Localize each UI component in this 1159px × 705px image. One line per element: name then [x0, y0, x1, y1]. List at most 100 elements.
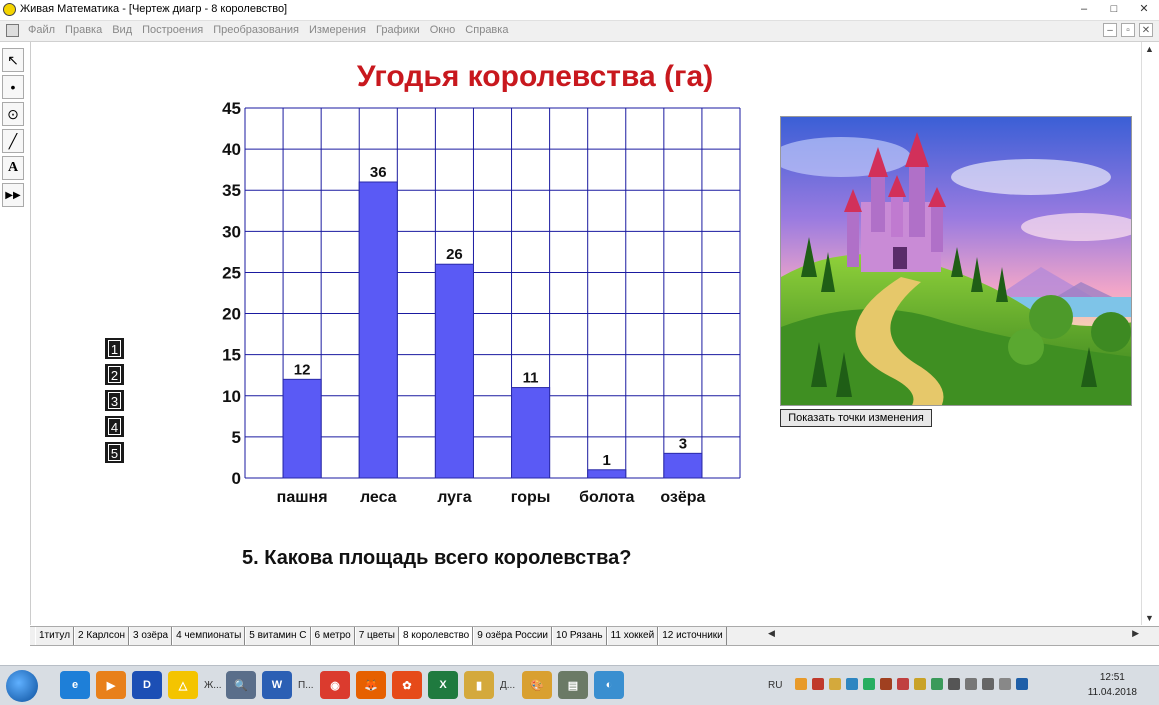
- tray-icon[interactable]: [795, 678, 807, 690]
- show-change-points-button[interactable]: Показать точки изменения: [780, 409, 932, 427]
- word-taskbar-icon[interactable]: W: [262, 671, 292, 699]
- y-tick-label: 35: [222, 181, 241, 200]
- nav-button-5[interactable]: 5: [105, 442, 124, 463]
- page-tab[interactable]: 5 витамин С: [245, 627, 311, 645]
- tray-icon[interactable]: [846, 678, 858, 690]
- paint-taskbar-icon[interactable]: 🎨: [522, 671, 552, 699]
- tray-icon[interactable]: [931, 678, 943, 690]
- y-tick-label: 10: [222, 387, 241, 406]
- tray-icon[interactable]: [863, 678, 875, 690]
- page-tab[interactable]: 3 озёра: [129, 627, 173, 645]
- bluetooth-icon[interactable]: [1016, 678, 1028, 690]
- magnifier-taskbar-icon[interactable]: 🔍: [226, 671, 256, 699]
- page-tab[interactable]: 9 озёра России: [473, 627, 553, 645]
- page-tab[interactable]: 10 Рязань: [552, 627, 607, 645]
- text-tool-icon[interactable]: A: [2, 156, 24, 180]
- nav-button-label: 5: [108, 444, 121, 461]
- y-tick-label: 45: [222, 99, 241, 118]
- tray-icon[interactable]: [948, 678, 960, 690]
- ie-taskbar-icon[interactable]: e: [60, 671, 90, 699]
- page-tab[interactable]: 6 метро: [310, 627, 355, 645]
- scroll-right-icon[interactable]: ▶: [1132, 628, 1139, 639]
- taskbar-app-label: Ж...: [204, 680, 222, 691]
- chart-title: Угодья королевства (га): [356, 60, 714, 93]
- nav-button-1[interactable]: 1: [105, 338, 124, 359]
- arrow-tool-icon[interactable]: ↖: [2, 48, 24, 72]
- reel-taskbar-icon[interactable]: ✿: [392, 671, 422, 699]
- taskbar: e ▶ D △ Ж... 🔍 W П... ◉ 🦊 ✿ X ▮ Д... 🎨 ▤ ◐ RU 12:51 11.0…: [0, 665, 1159, 705]
- nav-button-label: 4: [108, 418, 121, 435]
- page-tab[interactable]: 12 источники: [658, 627, 727, 645]
- tray-icon[interactable]: [880, 678, 892, 690]
- data-label: 26: [446, 246, 463, 263]
- data-label: 3: [679, 435, 687, 452]
- volume-icon[interactable]: [999, 678, 1011, 690]
- point-tool-icon[interactable]: •: [2, 75, 24, 99]
- scroll-up-icon[interactable]: ▲: [1145, 44, 1154, 54]
- bar: [511, 387, 551, 479]
- language-indicator[interactable]: RU: [768, 680, 782, 691]
- sketchpad-taskbar-icon[interactable]: △: [168, 671, 198, 699]
- category-label: луга: [437, 489, 472, 506]
- doc-minimize-button[interactable]: –: [1103, 23, 1117, 37]
- scroll-down-icon[interactable]: ▼: [1145, 613, 1154, 623]
- category-label: озёра: [660, 489, 705, 506]
- custom-tool-icon[interactable]: ▶▶: [2, 183, 24, 207]
- nav-button-4[interactable]: 4: [105, 416, 124, 437]
- doc-restore-button[interactable]: ▫: [1121, 23, 1135, 37]
- doc-close-button[interactable]: ✕: [1139, 23, 1153, 37]
- menu-graph[interactable]: Графики: [376, 24, 420, 36]
- clock-date: 11.04.2018: [1087, 687, 1137, 698]
- bar: [358, 181, 398, 479]
- page-tab[interactable]: 2 Карлсон: [74, 627, 130, 645]
- tray-icon[interactable]: [812, 678, 824, 690]
- menu-edit[interactable]: Правка: [65, 24, 102, 36]
- chrome-taskbar-icon[interactable]: ◉: [320, 671, 350, 699]
- menu-view[interactable]: Вид: [112, 24, 132, 36]
- d-app-taskbar-icon[interactable]: D: [132, 671, 162, 699]
- menu-help[interactable]: Справка: [465, 24, 508, 36]
- vertical-scrollbar[interactable]: ▲ ▼: [1141, 42, 1159, 625]
- menu-transform[interactable]: Преобразования: [213, 24, 299, 36]
- nav-button-2[interactable]: 2: [105, 364, 124, 385]
- media-taskbar-icon[interactable]: ▶: [96, 671, 126, 699]
- question-text: 5. Какова площадь всего королевства?: [242, 547, 632, 569]
- page-tab[interactable]: 4 чемпионаты: [172, 627, 246, 645]
- scroll-left-icon[interactable]: ◀: [768, 628, 775, 639]
- y-tick-label: 15: [222, 346, 241, 365]
- firefox-taskbar-icon[interactable]: 🦊: [356, 671, 386, 699]
- page-tab-active[interactable]: 8 королевство: [398, 627, 474, 645]
- page-tab[interactable]: 1титул: [35, 627, 75, 645]
- scanner-taskbar-icon[interactable]: ▤: [558, 671, 588, 699]
- document-icon[interactable]: [6, 24, 19, 37]
- nav-button-3[interactable]: 3: [105, 390, 124, 411]
- page-nav-buttons: 1 2 3 4 5: [105, 338, 124, 468]
- folder-taskbar-icon[interactable]: ▮: [464, 671, 494, 699]
- bar: [282, 378, 322, 479]
- start-button[interactable]: [6, 670, 38, 702]
- minimize-button[interactable]: –: [1069, 0, 1099, 18]
- y-tick-label: 20: [222, 305, 241, 324]
- menu-construct[interactable]: Построения: [142, 24, 203, 36]
- line-tool-icon[interactable]: ╱: [2, 129, 24, 153]
- tray-icon[interactable]: [897, 678, 909, 690]
- maximize-button[interactable]: □: [1099, 0, 1129, 18]
- excel-taskbar-icon[interactable]: X: [428, 671, 458, 699]
- tray-icon[interactable]: [829, 678, 841, 690]
- tray-icon[interactable]: [965, 678, 977, 690]
- page-tab[interactable]: 7 цветы: [354, 627, 399, 645]
- menu-window[interactable]: Окно: [430, 24, 456, 36]
- menu-measure[interactable]: Измерения: [309, 24, 366, 36]
- menu-file[interactable]: Файл: [28, 24, 55, 36]
- bar-chart: 0 5 10 15 20 25 30 35 40 45 12 пашня 36 леса 26 луга 11 г…: [222, 99, 741, 506]
- category-label: леса: [360, 489, 397, 506]
- close-button[interactable]: ✕: [1129, 0, 1159, 18]
- category-label: горы: [511, 489, 551, 506]
- page-tab[interactable]: 11 хоккей: [606, 627, 659, 645]
- clock[interactable]: 12:51 11.04.2018: [1088, 670, 1137, 700]
- network-taskbar-icon[interactable]: ◐: [594, 671, 624, 699]
- tray-icon[interactable]: [982, 678, 994, 690]
- page-tab-bar: 1титул 2 Карлсон 3 озёра 4 чемпионаты 5 …: [30, 626, 1159, 646]
- tray-icon[interactable]: [914, 678, 926, 690]
- compass-tool-icon[interactable]: ⊙: [2, 102, 24, 126]
